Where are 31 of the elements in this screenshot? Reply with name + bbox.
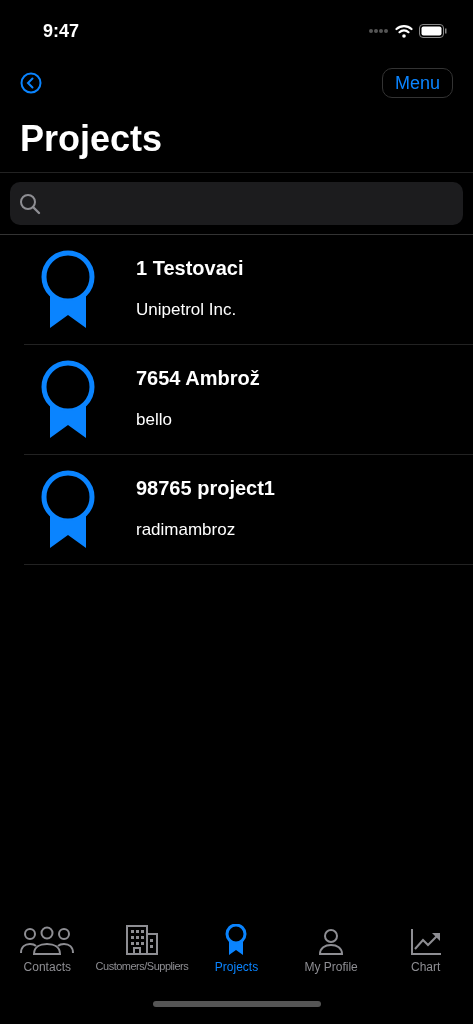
- back-button[interactable]: [20, 72, 42, 94]
- ribbon-icon: [39, 469, 97, 550]
- project-subtitle: Unipetrol Inc.: [136, 298, 238, 321]
- ribbon-icon: [224, 924, 249, 956]
- wifi-icon: [395, 24, 413, 38]
- menu-button[interactable]: Menu: [381, 68, 453, 98]
- building-icon: [124, 924, 159, 956]
- project-title: 7654 Ambrož: [136, 365, 260, 391]
- tab-item[interactable]: My Profile: [283, 924, 379, 976]
- tab-item[interactable]: Projects: [189, 924, 284, 976]
- search-field[interactable]: [10, 182, 463, 225]
- page-title: Projects: [20, 117, 163, 161]
- person-icon: [318, 928, 345, 956]
- tab-item[interactable]: Customers/Suppliers: [94, 924, 190, 975]
- project-subtitle: radimambroz: [136, 518, 237, 541]
- tab-item[interactable]: Chart: [378, 924, 473, 976]
- chart-icon: [409, 928, 442, 956]
- people-icon: [20, 926, 75, 956]
- project-row[interactable]: 7654 Ambrož bello: [24, 345, 473, 455]
- project-title: 98765 project1: [136, 475, 275, 501]
- search-icon: [19, 192, 41, 215]
- ribbon-icon: [39, 249, 97, 330]
- signal-icon: [369, 29, 389, 33]
- project-row[interactable]: 98765 project1 radimambroz: [24, 455, 473, 565]
- ribbon-icon: [39, 359, 97, 440]
- battery-icon: [419, 24, 447, 38]
- tab-item[interactable]: Contacts: [0, 924, 95, 976]
- project-title: 1 Testovaci: [136, 255, 244, 281]
- project-row[interactable]: 1 Testovaci Unipetrol Inc.: [24, 235, 473, 345]
- status-time: 9:47: [43, 19, 80, 43]
- project-subtitle: bello: [136, 408, 173, 431]
